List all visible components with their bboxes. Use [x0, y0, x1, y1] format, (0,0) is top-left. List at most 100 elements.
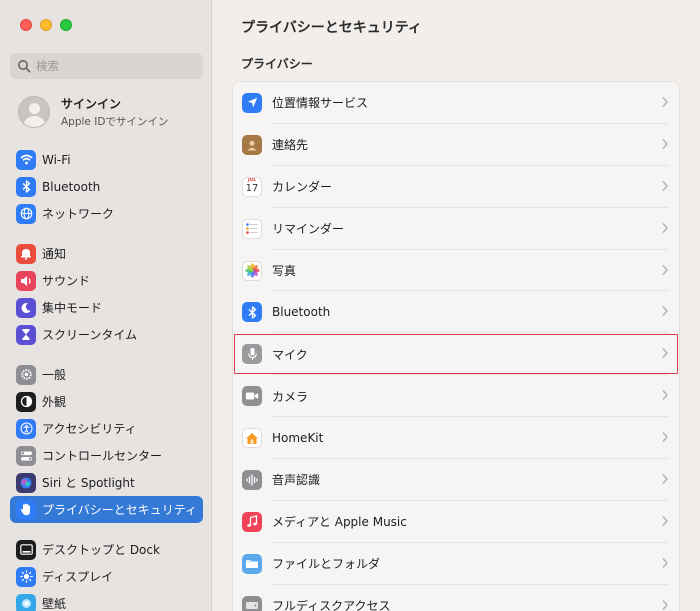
hand-icon: [16, 499, 36, 520]
contacts-icon: [242, 134, 262, 155]
speaker-icon: [16, 270, 36, 291]
row-label: カレンダー: [272, 180, 333, 195]
search-field[interactable]: [10, 53, 203, 79]
calendar-day: 17: [245, 182, 259, 194]
row-label: リマインダー: [272, 222, 345, 237]
microphone-icon: [242, 344, 262, 365]
chevron-right-icon: [662, 474, 668, 484]
chevron-right-icon: [662, 138, 668, 149]
waveform-icon: [242, 469, 262, 490]
row-calendar[interactable]: JUL 17 カレンダー: [233, 166, 679, 208]
camera-icon: [242, 386, 262, 407]
sidebar-item-label: Bluetooth: [42, 179, 101, 194]
sidebar-item-sound[interactable]: サウンド: [10, 267, 203, 294]
close-window-button[interactable]: [20, 19, 32, 31]
row-files-folders[interactable]: ファイルとフォルダ: [233, 543, 679, 585]
search-input[interactable]: [36, 59, 186, 73]
row-speech-recognition[interactable]: 音声認識: [233, 459, 679, 501]
account-title: サインイン: [61, 97, 122, 111]
music-icon: [242, 511, 262, 532]
chevron-right-icon: [662, 515, 668, 526]
row-label: 音声認識: [272, 473, 321, 488]
chevron-right-icon: [662, 599, 668, 610]
calendar-icon: JUL 17: [242, 176, 262, 197]
window-controls: [20, 19, 72, 31]
settings-window: サインイン Apple IDでサインイン Wi-Fi Bluetooth: [0, 0, 700, 611]
appearance-icon: [16, 391, 36, 412]
photos-icon: [242, 260, 262, 281]
row-label: 連絡先: [272, 138, 309, 153]
row-bluetooth[interactable]: Bluetooth: [233, 291, 679, 334]
row-label: マイク: [272, 347, 308, 362]
row-label: フルディスクアクセス: [272, 599, 391, 611]
sidebar-item-screen-time[interactable]: スクリーンタイム: [10, 321, 203, 348]
sidebar-item-label: サウンド: [42, 274, 91, 288]
row-label: Bluetooth: [272, 305, 331, 320]
row-label: メディアと Apple Music: [272, 515, 407, 530]
avatar: [18, 96, 50, 128]
row-label: HomeKit: [272, 431, 324, 446]
chevron-right-icon: [662, 306, 668, 317]
globe-icon: [16, 203, 36, 224]
zoom-window-button[interactable]: [60, 19, 72, 31]
sidebar-item-label: 集中モード: [42, 301, 103, 315]
sidebar-item-label: Siri と Spotlight: [42, 476, 135, 490]
row-media-apple-music[interactable]: メディアと Apple Music: [233, 501, 679, 543]
home-icon: [242, 428, 262, 449]
row-full-disk-access[interactable]: フルディスクアクセス: [233, 585, 679, 611]
sidebar-item-label: Wi-Fi: [42, 152, 71, 167]
sidebar-item-accessibility[interactable]: アクセシビリティ: [10, 415, 203, 442]
siri-icon: [16, 472, 36, 493]
wifi-icon: [16, 149, 36, 170]
sidebar-item-privacy-security[interactable]: プライバシーとセキュリティ: [10, 496, 203, 523]
sidebar-item-focus[interactable]: 集中モード: [10, 294, 203, 321]
row-microphone[interactable]: マイク: [233, 333, 679, 376]
sidebar-item-bluetooth[interactable]: Bluetooth: [10, 173, 203, 200]
account-signin[interactable]: サインイン Apple IDでサインイン: [18, 95, 168, 129]
row-contacts[interactable]: 連絡先: [233, 124, 679, 166]
sidebar-item-desktop-dock[interactable]: デスクトップと Dock: [10, 536, 203, 563]
sidebar-item-notifications[interactable]: 通知: [10, 240, 203, 267]
account-subtitle: Apple IDでサインイン: [61, 116, 169, 128]
chevron-right-icon: [662, 97, 668, 107]
sidebar-nav: Wi-Fi Bluetooth ネットワーク 通知 サウンド 集中モード スクリ…: [10, 146, 203, 611]
location-icon: [242, 92, 262, 113]
row-label: カメラ: [272, 389, 309, 404]
sidebar-item-siri-spotlight[interactable]: Siri と Spotlight: [10, 469, 203, 496]
sidebar-item-label: 一般: [42, 368, 67, 382]
sidebar-item-label: スクリーンタイム: [42, 328, 138, 342]
privacy-list: 位置情報サービス 連絡先 JUL 17 カレンダー リマインダー 写真 Blue…: [232, 81, 680, 611]
sidebar-item-control-center[interactable]: コントロールセンター: [10, 442, 203, 469]
sun-icon: [16, 566, 36, 587]
row-reminders[interactable]: リマインダー: [233, 208, 679, 250]
row-camera[interactable]: カメラ: [233, 375, 679, 418]
search-icon: [18, 60, 31, 73]
sidebar-item-general[interactable]: 一般: [10, 361, 203, 388]
row-label: 位置情報サービス: [272, 96, 369, 111]
sidebar-item-label: 壁紙: [42, 597, 67, 611]
row-photos[interactable]: 写真: [233, 250, 679, 292]
sidebar: サインイン Apple IDでサインイン Wi-Fi Bluetooth: [0, 0, 212, 611]
sidebar-item-wifi[interactable]: Wi-Fi: [10, 146, 203, 173]
chevron-right-icon: [662, 264, 668, 275]
chevron-right-icon: [662, 390, 668, 401]
minimize-window-button[interactable]: [40, 19, 52, 31]
folder-icon: [242, 553, 262, 574]
dock-icon: [16, 539, 36, 560]
sidebar-item-label: プライバシーとセキュリティ: [42, 503, 198, 517]
sidebar-item-appearance[interactable]: 外観: [10, 388, 203, 415]
row-location-services[interactable]: 位置情報サービス: [233, 82, 679, 124]
chevron-right-icon: [662, 432, 668, 443]
moon-icon: [16, 297, 36, 318]
sidebar-item-displays[interactable]: ディスプレイ: [10, 563, 203, 590]
sidebar-item-network[interactable]: ネットワーク: [10, 200, 203, 227]
sidebar-item-label: アクセシビリティ: [42, 422, 137, 436]
main-pane: プライバシーとセキュリティ プライバシー 位置情報サービス 連絡先 JUL 17…: [212, 0, 700, 611]
row-homekit[interactable]: HomeKit: [233, 417, 679, 459]
sidebar-item-label: 通知: [42, 247, 67, 261]
disk-icon: [242, 595, 262, 611]
bell-icon: [16, 243, 36, 264]
row-label: ファイルとフォルダ: [272, 557, 381, 572]
sidebar-item-wallpaper[interactable]: 壁紙: [10, 590, 203, 611]
wallpaper-icon: [16, 593, 36, 611]
